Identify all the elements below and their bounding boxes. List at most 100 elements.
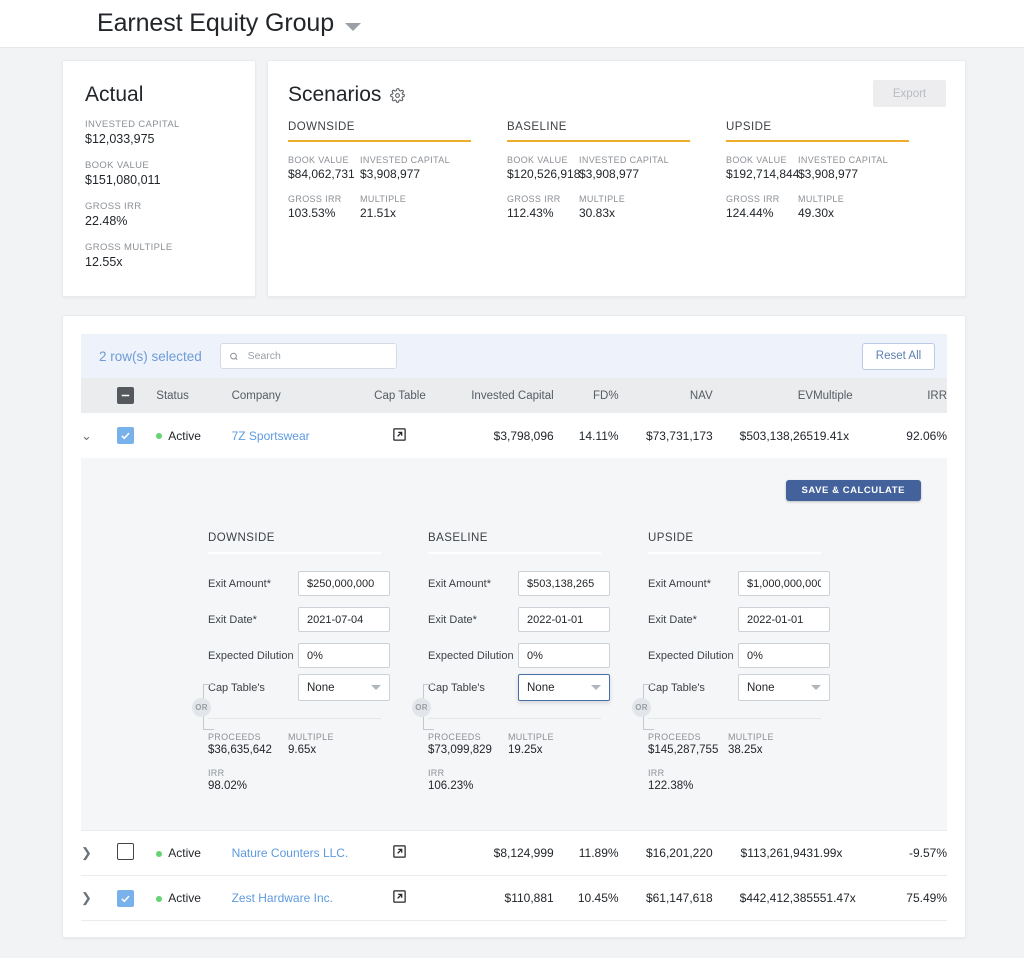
form-underline <box>428 552 601 554</box>
scenario-metric: GROSS IRR 103.53% <box>288 194 360 233</box>
scenario-metric: GROSS IRR 112.43% <box>507 194 579 233</box>
col-ev[interactable]: EV <box>712 378 814 413</box>
row-checkbox[interactable] <box>116 427 134 444</box>
metric-label: GROSS MULTIPLE <box>85 242 173 253</box>
scenario-name: UPSIDE <box>726 121 772 133</box>
exit-date-input[interactable] <box>518 607 610 632</box>
exit-date-input[interactable] <box>298 607 390 632</box>
multiple-metric: MULTIPLE 38.25x <box>728 732 808 768</box>
reset-all-button[interactable]: Reset All <box>862 342 935 370</box>
row-company-cell: Zest Hardware Inc. <box>231 875 362 921</box>
row-expand-cell[interactable]: ❯ <box>81 830 117 876</box>
select-all-checkbox[interactable] <box>116 387 134 404</box>
company-link[interactable]: 7Z Sportswear <box>232 429 310 443</box>
actual-metric: INVESTED CAPITAL $12,033,975 <box>85 119 235 146</box>
actual-metric: GROSS IRR 22.48% <box>85 201 235 228</box>
cap-tables-select[interactable]: None <box>518 674 610 701</box>
row-expand-cell[interactable]: ⌄ <box>81 413 117 458</box>
status-dot-icon <box>156 895 163 902</box>
or-connector: OR <box>412 684 438 732</box>
portfolio-table: Status Company Cap Table Invested Capita… <box>81 378 947 921</box>
col-expand <box>81 378 117 413</box>
exit-amount-input[interactable] <box>518 571 610 596</box>
expected-dilution-label: Expected Dilution <box>428 649 514 662</box>
scenario-metric: MULTIPLE 21.51x <box>360 194 450 233</box>
row-multiple: 551.47x <box>813 875 889 921</box>
row-expand-cell[interactable]: ❯ <box>81 875 117 921</box>
exit-date-input[interactable] <box>738 607 830 632</box>
cap-tables-select[interactable]: None <box>298 674 390 701</box>
exit-amount-input[interactable] <box>738 571 830 596</box>
table-toolbar: 2 row(s) selected Reset All <box>81 334 947 378</box>
metric-label: GROSS IRR <box>726 194 780 204</box>
proceeds-metric: PROCEEDS $36,635,642 <box>208 732 288 768</box>
form-title: BASELINE <box>428 532 488 544</box>
metric-label: GROSS IRR <box>507 194 561 204</box>
row-select-cell[interactable] <box>116 413 157 458</box>
external-link-icon[interactable] <box>392 427 407 445</box>
external-link-icon[interactable] <box>392 844 407 862</box>
table-header-row: Status Company Cap Table Invested Capita… <box>81 378 947 413</box>
save-row: SAVE & CALCULATE <box>107 480 921 501</box>
cap-tables-select[interactable]: None <box>738 674 830 701</box>
chevron-down-icon[interactable]: ⌄ <box>81 428 92 444</box>
col-multiple[interactable]: Multiple <box>813 378 889 413</box>
scenario-form-downside: DOWNSIDE Exit Amount* Exit Date* OR <box>192 532 428 804</box>
col-fd-percent[interactable]: FD% <box>553 378 619 413</box>
expected-dilution-input[interactable] <box>298 643 390 668</box>
actual-card-title: Actual <box>85 83 144 106</box>
metric-value: 19.25x <box>508 744 543 756</box>
cap-tables-value: None <box>747 681 775 694</box>
scenarios-card-title: Scenarios <box>288 83 382 106</box>
row-cap-table-cell <box>361 413 438 458</box>
company-link[interactable]: Zest Hardware Inc. <box>232 891 333 905</box>
exit-amount-input[interactable] <box>298 571 390 596</box>
col-select-all <box>116 378 157 413</box>
save-and-calculate-button[interactable]: SAVE & CALCULATE <box>785 480 921 501</box>
gear-icon[interactable] <box>390 87 406 103</box>
form-title: UPSIDE <box>648 532 694 544</box>
export-button[interactable]: Export <box>873 80 946 107</box>
row-irr: -9.57% <box>888 830 947 876</box>
col-invested-capital[interactable]: Invested Capital <box>438 378 554 413</box>
row-fd: 10.45% <box>553 875 619 921</box>
external-link-icon[interactable] <box>392 889 407 907</box>
row-checkbox[interactable] <box>116 843 134 860</box>
form-underline <box>648 552 821 554</box>
expected-dilution-input[interactable] <box>738 643 830 668</box>
status-dot-icon <box>156 850 163 857</box>
col-company[interactable]: Company <box>231 378 362 413</box>
chevron-down-icon <box>371 685 381 690</box>
row-checkbox[interactable] <box>116 889 134 907</box>
metric-label: INVESTED CAPITAL <box>85 119 180 130</box>
company-link[interactable]: Nature Counters LLC. <box>232 846 349 860</box>
row-select-cell[interactable] <box>116 875 157 921</box>
metric-value: 38.25x <box>728 744 763 756</box>
row-select-cell[interactable] <box>116 830 157 876</box>
col-nav[interactable]: NAV <box>618 378 713 413</box>
cap-tables-value: None <box>527 681 555 694</box>
results-divider <box>648 718 821 719</box>
metric-value: 98.02% <box>208 780 248 792</box>
search-field[interactable] <box>245 349 388 363</box>
metric-value: $12,033,975 <box>85 132 155 146</box>
col-irr[interactable]: IRR <box>888 378 947 413</box>
scenario-name: BASELINE <box>507 121 567 133</box>
chevron-down-icon[interactable] <box>345 22 362 31</box>
exit-amount-label: Exit Amount* <box>428 577 491 590</box>
expected-dilution-input[interactable] <box>518 643 610 668</box>
rows-selected-label: 2 row(s) selected <box>99 348 202 364</box>
metric-label: IRR <box>648 768 665 778</box>
chevron-right-icon[interactable]: ❯ <box>81 845 92 861</box>
portfolio-table-card: 2 row(s) selected Reset All Status Compa… <box>62 315 966 938</box>
col-status[interactable]: Status <box>156 378 232 413</box>
table-row: ⌄ Active 7Z Sportswear $3,798,096 14.11%… <box>81 413 947 458</box>
chevron-right-icon[interactable]: ❯ <box>81 890 92 906</box>
search-input[interactable] <box>219 343 397 369</box>
col-cap-table[interactable]: Cap Table <box>361 378 439 413</box>
metric-label: MULTIPLE <box>579 194 626 204</box>
row-fd: 14.11% <box>578 428 619 443</box>
metric-label: MULTIPLE <box>798 194 845 204</box>
expected-dilution-label: Expected Dilution <box>208 649 294 662</box>
proceeds-metric: PROCEEDS $73,099,829 <box>428 732 508 768</box>
